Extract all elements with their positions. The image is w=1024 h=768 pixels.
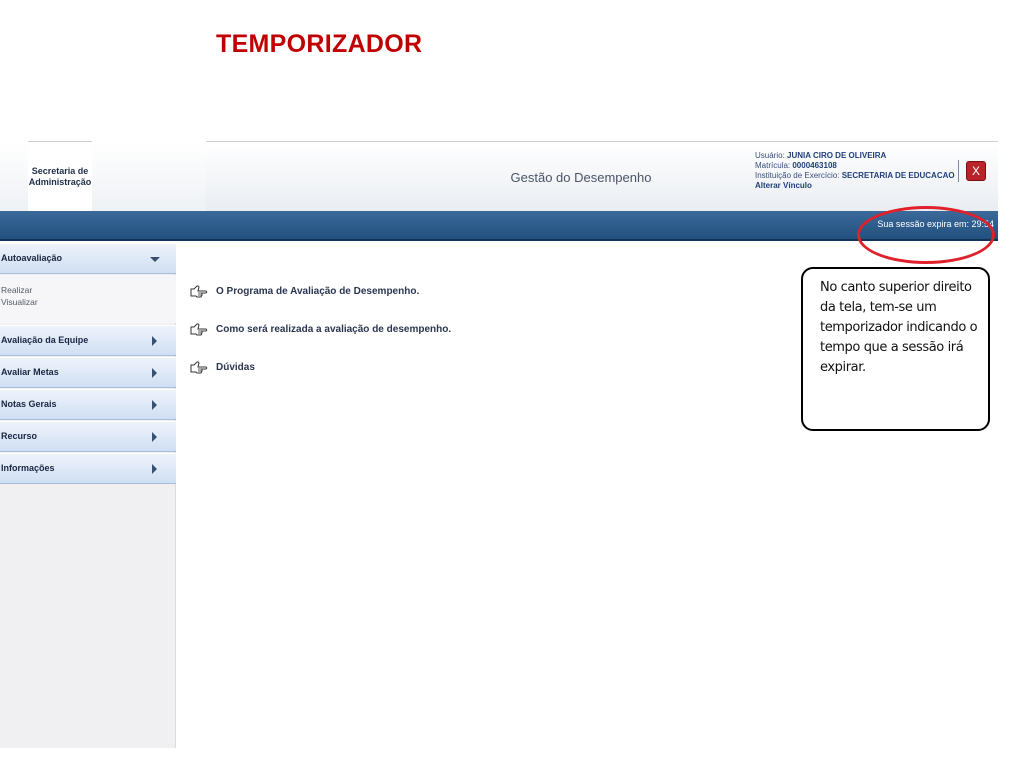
callout-line: expirar. xyxy=(820,360,866,375)
sidebar-item-avaliacao-equipe[interactable]: Avaliação da Equipe xyxy=(0,325,176,356)
submenu-item-realizar[interactable]: Realizar xyxy=(1,285,32,295)
sidebar-item-label: Avaliação da Equipe xyxy=(1,335,89,345)
header-background xyxy=(92,143,206,211)
sidebar-item-recurso[interactable]: Recurso xyxy=(0,421,176,452)
logo: Secretaria de Administração xyxy=(28,143,92,211)
pointing-hand-icon xyxy=(190,361,208,374)
sidebar-item-informacoes[interactable]: Informações xyxy=(0,453,176,484)
sidebar-item-avaliar-metas[interactable]: Avaliar Metas xyxy=(0,357,176,388)
sidebar-item-notas-gerais[interactable]: Notas Gerais xyxy=(0,389,176,420)
pointing-hand-icon xyxy=(190,323,208,336)
link-programa-avaliacao[interactable]: O Programa de Avaliação de Desempenho. xyxy=(190,284,419,298)
sidebar-item-label: Recurso xyxy=(1,431,38,441)
close-icon: X xyxy=(971,164,980,178)
submenu-item-visualizar[interactable]: Visualizar xyxy=(1,297,38,307)
callout-line: da tela, tem-se um xyxy=(820,300,937,315)
instituicao-label: Instituição de Exercício: xyxy=(755,171,840,180)
header-top-rule xyxy=(206,141,998,142)
link-label: Dúvidas xyxy=(216,361,255,373)
timer-highlight-ellipse xyxy=(857,206,995,264)
sidebar-item-label: Notas Gerais xyxy=(1,399,57,409)
user-name: JUNIA CIRO DE OLIVEIRA xyxy=(787,151,887,160)
callout-line: No canto superior direito xyxy=(820,280,972,295)
logo-line: Administração xyxy=(28,177,92,187)
session-bar: Sua sessão expira em: 29:54 xyxy=(0,211,998,241)
annotation-callout: No canto superior direito da tela, tem-s… xyxy=(801,267,990,431)
callout-line: tempo que a sessão irá xyxy=(820,340,964,355)
matricula-value: 0000463108 xyxy=(792,161,837,170)
pointing-hand-icon xyxy=(190,285,208,298)
slide-title: TEMPORIZADOR xyxy=(216,30,423,58)
link-como-sera-realizada[interactable]: Como será realizada a avaliação de desem… xyxy=(190,322,451,336)
sidebar-item-autoavaliacao[interactable]: Autoavaliação xyxy=(0,243,176,274)
header-background xyxy=(0,143,28,211)
instituicao-value: SECRETARIA DE EDUCACAO xyxy=(841,171,955,180)
close-button[interactable]: X xyxy=(966,161,986,181)
arrow-down-icon xyxy=(150,257,160,262)
slide: TEMPORIZADOR Secretaria de Administração… xyxy=(0,0,1024,768)
link-duvidas[interactable]: Dúvidas xyxy=(190,360,255,374)
matricula-label: Matrícula: xyxy=(755,161,791,170)
arrow-right-icon xyxy=(152,464,157,474)
header-top-rule xyxy=(28,141,92,142)
sidebar-item-label: Autoavaliação xyxy=(1,253,63,263)
sidebar-item-label: Avaliar Metas xyxy=(1,367,59,377)
header-divider xyxy=(958,160,959,182)
logo-line: Secretaria de xyxy=(31,166,89,176)
callout-line: temporizador indicando o xyxy=(820,320,978,335)
arrow-right-icon xyxy=(152,368,157,378)
sidebar-item-label: Informações xyxy=(1,463,55,473)
alterar-vinculo-link[interactable]: Alterar Vínculo xyxy=(755,181,812,190)
user-info: Usuário: JUNIA CIRO DE OLIVEIRA Matrícul… xyxy=(755,151,955,191)
arrow-right-icon xyxy=(152,336,157,346)
app-header: Gestão do Desempenho Usuário: JUNIA CIRO… xyxy=(206,143,998,211)
submenu-autoavaliacao: Realizar Visualizar xyxy=(0,275,176,323)
arrow-right-icon xyxy=(152,432,157,442)
user-label: Usuário: xyxy=(755,151,785,160)
app-title: Gestão do Desempenho xyxy=(510,170,652,185)
link-label: O Programa de Avaliação de Desempenho. xyxy=(216,285,420,297)
arrow-right-icon xyxy=(152,400,157,410)
link-label: Como será realizada a avaliação de desem… xyxy=(216,323,452,335)
